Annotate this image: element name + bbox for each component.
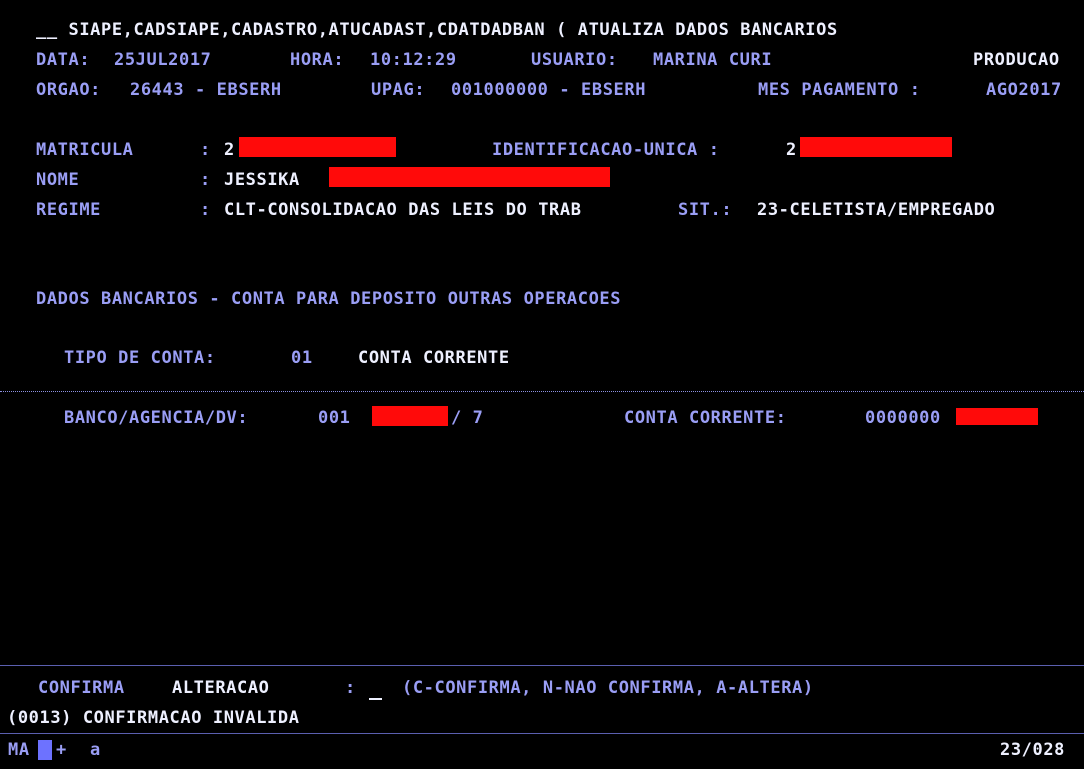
environment-label: PRODUCAO — [973, 50, 1060, 70]
nome-redaction — [329, 167, 610, 187]
error-message: (0013) CONFIRMACAO INVALIDA — [7, 708, 300, 728]
sit-value: 23-CELETISTA/EMPREGADO — [757, 200, 996, 220]
nome-label: NOME — [36, 170, 80, 190]
confirm-label: CONFIRMA — [38, 678, 125, 698]
confirm-input[interactable] — [369, 678, 382, 700]
account-type-label: TIPO DE CONTA: — [64, 348, 216, 368]
regime-separator: : — [200, 200, 211, 220]
sit-label: SIT.: — [678, 200, 733, 220]
nome-separator: : — [200, 170, 211, 190]
upag-value: 001000000 - EBSERH — [451, 80, 647, 100]
cursor-block-icon — [38, 740, 52, 760]
session-indicator: a — [90, 740, 101, 760]
account-type-code: 01 — [291, 348, 313, 368]
date-value: 25JUL2017 — [114, 50, 212, 70]
account-number-redaction — [956, 408, 1038, 425]
account-number-value[interactable]: 0000000 — [865, 408, 941, 428]
cursor-position: 23/028 — [1000, 740, 1066, 760]
time-value: 10:12:29 — [370, 50, 457, 70]
statusbar-divider — [0, 733, 1084, 734]
confirm-separator: : — [345, 678, 356, 698]
bank-section-title: DADOS BANCARIOS - CONTA PARA DEPOSITO OU… — [36, 289, 622, 309]
upag-label: UPAG: — [371, 80, 426, 100]
matricula-redaction — [239, 137, 396, 157]
matricula-value: 2 — [224, 140, 235, 160]
regime-value: CLT-CONSOLIDACAO DAS LEIS DO TRAB — [224, 200, 582, 220]
user-label: USUARIO: — [531, 50, 618, 70]
account-type-description: CONTA CORRENTE — [358, 348, 510, 368]
orgao-label: ORGAO: — [36, 80, 102, 100]
alteracao-label: ALTERACAO — [172, 678, 270, 698]
confirm-options-hint: (C-CONFIRMA, N-NAO CONFIRMA, A-ALTERA) — [402, 678, 814, 698]
identificacao-value: 2 — [786, 140, 797, 160]
account-number-label: CONTA CORRENTE: — [624, 408, 787, 428]
agency-redaction — [372, 406, 448, 426]
regime-label: REGIME — [36, 200, 102, 220]
orgao-value: 26443 - EBSERH — [130, 80, 282, 100]
date-label: DATA: — [36, 50, 91, 70]
matricula-separator: : — [200, 140, 211, 160]
status-bar — [0, 737, 1084, 769]
section-divider — [0, 391, 1084, 392]
user-value: MARINA CURI — [653, 50, 773, 70]
identificacao-label: IDENTIFICACAO-UNICA : — [492, 140, 720, 160]
mode-indicator: MA — [8, 740, 30, 760]
matricula-label: MATRICULA — [36, 140, 134, 160]
status-plus-indicator: + — [56, 740, 67, 760]
bank-code-value[interactable]: 001 — [318, 408, 351, 428]
dv-value[interactable]: / 7 — [451, 408, 484, 428]
time-label: HORA: — [290, 50, 345, 70]
payment-month-value: AGO2017 — [986, 80, 1062, 100]
nome-value: JESSIKA — [224, 170, 300, 190]
bank-agency-label: BANCO/AGENCIA/DV: — [64, 408, 249, 428]
footer-divider — [0, 665, 1084, 666]
screen-title: __ SIAPE,CADSIAPE,CADASTRO,ATUCADAST,CDA… — [36, 20, 838, 40]
payment-month-label: MES PAGAMENTO : — [758, 80, 921, 100]
identificacao-redaction — [800, 137, 952, 157]
